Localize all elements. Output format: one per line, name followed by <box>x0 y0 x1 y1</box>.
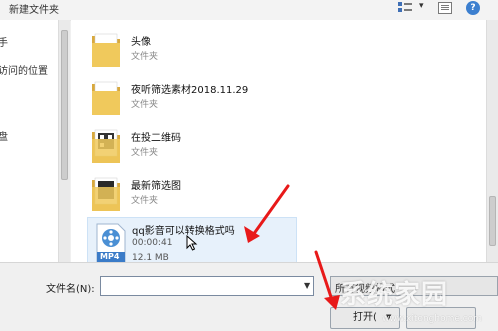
file-type: 文件夹 <box>131 196 159 206</box>
nav-item-disk[interactable]: 盘 <box>0 128 8 143</box>
file-item-folder[interactable]: 夜听筛选素材2018.11.29 文件夹 <box>85 75 315 123</box>
nav-item-recent[interactable]: 访问的位置 <box>0 62 48 77</box>
folder-icon <box>92 33 120 67</box>
file-name: 最新筛选图 <box>131 181 181 192</box>
watermark-logo-text: 系统家园 <box>340 280 449 310</box>
filename-input[interactable] <box>100 276 314 296</box>
file-name: 在投二维码 <box>131 133 181 144</box>
help-icon[interactable]: ? <box>466 1 480 15</box>
mouse-cursor-icon <box>186 235 198 251</box>
file-name: qq影音可以转换格式吗 <box>132 226 235 237</box>
file-item-folder[interactable]: 在投二维码 文件夹 <box>85 123 315 171</box>
nav-item-desktop[interactable]: 手 <box>0 34 8 49</box>
folder-icon <box>92 81 120 115</box>
folder-icon <box>92 129 120 163</box>
file-item-folder[interactable]: 最新筛选图 文件夹 <box>85 171 315 219</box>
navigation-pane: 手 访问的位置 盘 <box>0 20 58 262</box>
preview-pane-icon[interactable] <box>438 2 452 14</box>
file-duration: 00:00:41 <box>132 238 173 248</box>
file-type: 文件夹 <box>131 100 159 110</box>
filename-label: 文件名(N): <box>46 284 95 295</box>
mp4-badge: MP4 <box>100 252 120 261</box>
filename-dropdown-icon[interactable]: ▼ <box>304 281 310 290</box>
new-folder-button[interactable]: 新建文件夹 <box>9 1 59 16</box>
file-name: 头像 <box>131 37 151 48</box>
file-type: 文件夹 <box>131 52 159 62</box>
toolbar: 新建文件夹 ▾ ? <box>0 0 498 21</box>
file-list-scrollbar-thumb[interactable] <box>489 196 496 246</box>
view-icon[interactable] <box>398 2 412 14</box>
file-list: 头像 文件夹 夜听筛选素材2018.11.29 文件夹 在投二维码 文件夹 最新… <box>71 20 486 262</box>
file-name: 夜听筛选素材2018.11.29 <box>131 85 249 96</box>
file-list-scrollbar[interactable] <box>486 20 498 262</box>
view-dropdown-icon[interactable]: ▾ <box>419 1 424 11</box>
file-type: 文件夹 <box>131 148 159 158</box>
watermark-url: www.xitonghome.com <box>382 314 482 324</box>
file-item-folder[interactable]: 头像 文件夹 <box>85 27 315 75</box>
open-button-label: 打开( <box>353 312 377 323</box>
file-size: 12.1 MB <box>132 253 169 262</box>
nav-scrollbar[interactable] <box>58 20 70 262</box>
folder-icon <box>92 177 120 211</box>
nav-scrollbar-thumb[interactable] <box>61 30 68 180</box>
